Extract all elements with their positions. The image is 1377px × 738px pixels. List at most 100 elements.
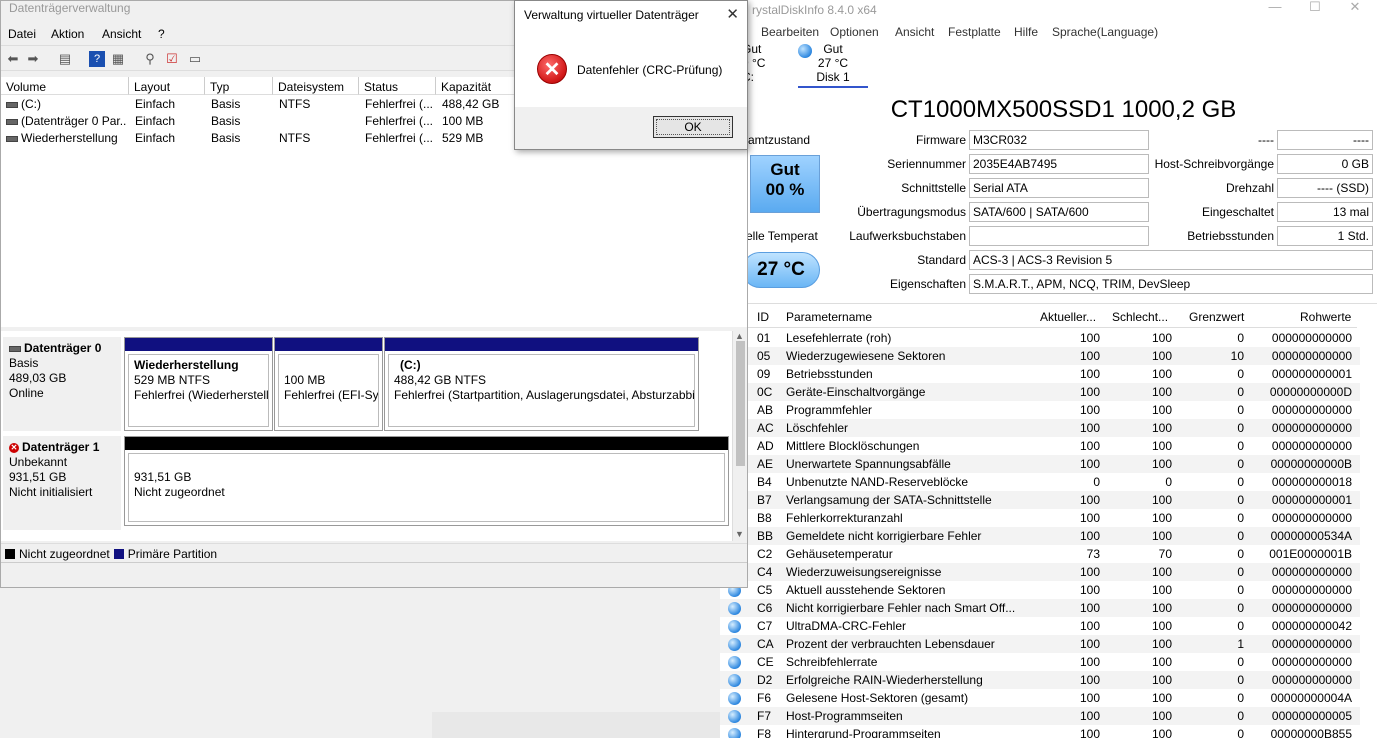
smart-row[interactable]: AE Unerwartete Spannungsabfälle 100 100 0 000…: [720, 455, 1360, 473]
disk0-size: 489,03 GB: [9, 371, 67, 385]
health-status-box: Gut 00 %: [750, 155, 820, 213]
smart-raw: 001E0000001B: [1269, 547, 1352, 561]
menu-festplatte[interactable]: Festplatte: [948, 25, 1001, 39]
smart-row[interactable]: C6 Nicht korrigierbare Fehler nach Smart …: [720, 599, 1360, 617]
partition-unallocated[interactable]: 931,51 GB Nicht zugeordnet: [124, 436, 729, 526]
smart-threshold: 0: [1237, 709, 1244, 723]
smart-worst: 100: [1151, 727, 1172, 738]
disk1-info[interactable]: ✕ Datenträger 1 Unbekannt 931,51 GB Nicht…: [3, 436, 121, 530]
menu-bearbeiten[interactable]: Bearbeiten: [761, 25, 819, 39]
properties-icon[interactable]: ▦: [110, 51, 126, 67]
smart-row[interactable]: B7 Verlangsamung der SATA-Schnittstelle 10…: [720, 491, 1360, 509]
smart-name: Wiederzuweisungsereignisse: [786, 565, 942, 579]
smart-row[interactable]: CA Prozent der verbrauchten Lebensdauer 10…: [720, 635, 1360, 653]
partition-recovery[interactable]: Wiederherstellung 529 MB NTFS Fehlerfrei (…: [124, 337, 273, 431]
menu-ansicht[interactable]: Ansicht: [895, 25, 934, 39]
smart-threshold: 0: [1237, 403, 1244, 417]
disk-tab-disk1[interactable]: Gut 27 °C Disk 1: [798, 42, 868, 88]
volume-cell-layout: Einfach: [135, 131, 176, 145]
col-worst[interactable]: Schlecht...: [1112, 310, 1168, 324]
smart-row[interactable]: AD Mittlere Blocklöschungen 100 100 0 0000000…: [720, 437, 1360, 455]
smart-threshold: 1: [1237, 637, 1244, 651]
smart-threshold: 0: [1237, 727, 1244, 738]
smart-row[interactable]: CE Schreibfehlerrate 100 100 0 000000000000: [720, 653, 1360, 671]
menu-hilfe[interactable]: Hilfe: [1014, 25, 1038, 39]
scroll-up-icon[interactable]: ▲: [735, 331, 744, 341]
smart-worst: 100: [1151, 367, 1172, 381]
disk1-state: Nicht initialisiert: [9, 485, 93, 499]
col-id[interactable]: ID: [757, 310, 769, 324]
smart-row[interactable]: 09 Betriebsstunden 100 100 0 000000000001: [720, 365, 1360, 383]
smart-row[interactable]: F6 Gelesene Host-Sektoren (gesamt) 100 100 0…: [720, 689, 1360, 707]
menu-aktion[interactable]: Aktion: [51, 27, 84, 41]
smart-row[interactable]: 05 Wiederzugewiesene Sektoren 100 100 10 0000…: [720, 347, 1360, 365]
legend-unallocated: Nicht zugeordnet: [19, 547, 110, 561]
smart-row[interactable]: B4 Unbenutzte NAND-Reserveblöcke 0 0 0 000000…: [720, 473, 1360, 491]
volume-cell-name[interactable]: (C:): [6, 97, 126, 111]
menu-sprache[interactable]: Sprache(Language): [1052, 25, 1158, 39]
smart-row[interactable]: F8 Hintergrund-Programmseiten 100 100 0 00000…: [720, 725, 1360, 738]
smart-name: Fehlerkorrekturanzahl: [786, 511, 903, 525]
scroll-down-icon[interactable]: ▼: [735, 529, 744, 539]
menu-datei[interactable]: Datei: [8, 27, 36, 41]
smart-row[interactable]: D2 Erfolgreiche RAIN-Wiederherstellung 100…: [720, 671, 1360, 689]
col-layout[interactable]: Layout: [129, 77, 205, 95]
partition-efi[interactable]: 100 MB Fehlerfrei (EFI-Sys: [274, 337, 383, 431]
smart-raw: 00000000B855: [1270, 727, 1352, 738]
smart-id: AD: [757, 439, 774, 453]
col-volume[interactable]: Volume: [1, 77, 129, 95]
maximize-icon[interactable]: ☐: [1295, 0, 1335, 20]
volume-cell-name[interactable]: Wiederherstellung: [6, 131, 126, 145]
volume-cell-name[interactable]: (Datenträger 0 Par...: [6, 114, 126, 128]
smart-current: 100: [1079, 691, 1100, 705]
scrollbar-thumb[interactable]: [736, 341, 745, 466]
list-view-icon[interactable]: ▤: [57, 51, 73, 67]
smart-worst: 100: [1151, 655, 1172, 669]
menu-optionen[interactable]: Optionen: [830, 25, 879, 39]
smart-worst: 100: [1151, 691, 1172, 705]
volume-cell-status: Fehlerfrei (...: [365, 97, 434, 111]
minimize-icon[interactable]: —: [1255, 0, 1295, 20]
smart-id: CE: [757, 655, 774, 669]
checklist-icon[interactable]: ☑: [164, 51, 180, 67]
ok-button[interactable]: OK: [653, 116, 733, 138]
col-current[interactable]: Aktueller...: [1040, 310, 1096, 324]
smart-row[interactable]: F7 Host-Programmseiten 100 100 0 000000000005: [720, 707, 1360, 725]
smart-row[interactable]: B8 Fehlerkorrekturanzahl 100 100 0 0000000000…: [720, 509, 1360, 527]
smart-name: Gelesene Host-Sektoren (gesamt): [786, 691, 969, 705]
forward-arrow-icon[interactable]: ➡: [25, 51, 41, 67]
close-icon[interactable]: ✕: [1335, 0, 1375, 20]
smart-row[interactable]: AC Löschfehler 100 100 0 000000000000: [720, 419, 1360, 437]
col-filesystem[interactable]: Dateisystem: [273, 77, 359, 95]
smart-row[interactable]: 0C Geräte-Einschaltvorgänge 100 100 0 0000000…: [720, 383, 1360, 401]
smart-row[interactable]: BB Gemeldete nicht korrigierbare Fehler 10…: [720, 527, 1360, 545]
back-arrow-icon[interactable]: ⬅: [5, 51, 21, 67]
dialog-close-icon[interactable]: ✕: [726, 5, 739, 23]
smart-worst: 100: [1151, 673, 1172, 687]
partition-c[interactable]: (C:) 488,42 GB NTFS Fehlerfrei (Startparti…: [384, 337, 699, 431]
smart-row[interactable]: C7 UltraDMA-CRC-Fehler 100 100 0 000000000042: [720, 617, 1360, 635]
window-icon[interactable]: ▭: [187, 51, 203, 67]
menu-help[interactable]: ?: [158, 27, 165, 41]
disk0-info[interactable]: Datenträger 0 Basis 489,03 GB Online: [3, 337, 121, 431]
interface-value: Serial ATA: [969, 178, 1149, 198]
menu-ansicht-dm[interactable]: Ansicht: [102, 27, 141, 41]
smart-row[interactable]: C4 Wiederzuweisungsereignisse 100 100 0 00000…: [720, 563, 1360, 581]
col-status[interactable]: Status: [359, 77, 436, 95]
transfer-label: Übertragungsmodus: [857, 205, 966, 219]
graph-scrollbar[interactable]: ▲ ▼: [732, 331, 747, 541]
col-type[interactable]: Typ: [205, 77, 273, 95]
smart-row[interactable]: C5 Aktuell ausstehende Sektoren 100 100 0 000…: [720, 581, 1360, 599]
col-threshold[interactable]: Grenzwert: [1189, 310, 1244, 324]
smart-row[interactable]: 01 Lesefehlerrate (roh) 100 100 0 00000000000…: [720, 329, 1360, 347]
partition-recovery-status: Fehlerfrei (Wiederherstellu: [134, 388, 269, 402]
smart-worst: 100: [1151, 421, 1172, 435]
help-icon[interactable]: ?: [89, 51, 105, 67]
smart-row[interactable]: AB Programmfehler 100 100 0 000000000000: [720, 401, 1360, 419]
col-capacity[interactable]: Kapazität: [436, 77, 516, 95]
connect-icon[interactable]: ⚲: [142, 51, 158, 67]
col-raw[interactable]: Rohwerte: [1300, 310, 1351, 324]
smart-worst: 100: [1151, 637, 1172, 651]
smart-row[interactable]: C2 Gehäusetemperatur 73 70 0 001E0000001B: [720, 545, 1360, 563]
col-name[interactable]: Parametername: [786, 310, 872, 324]
